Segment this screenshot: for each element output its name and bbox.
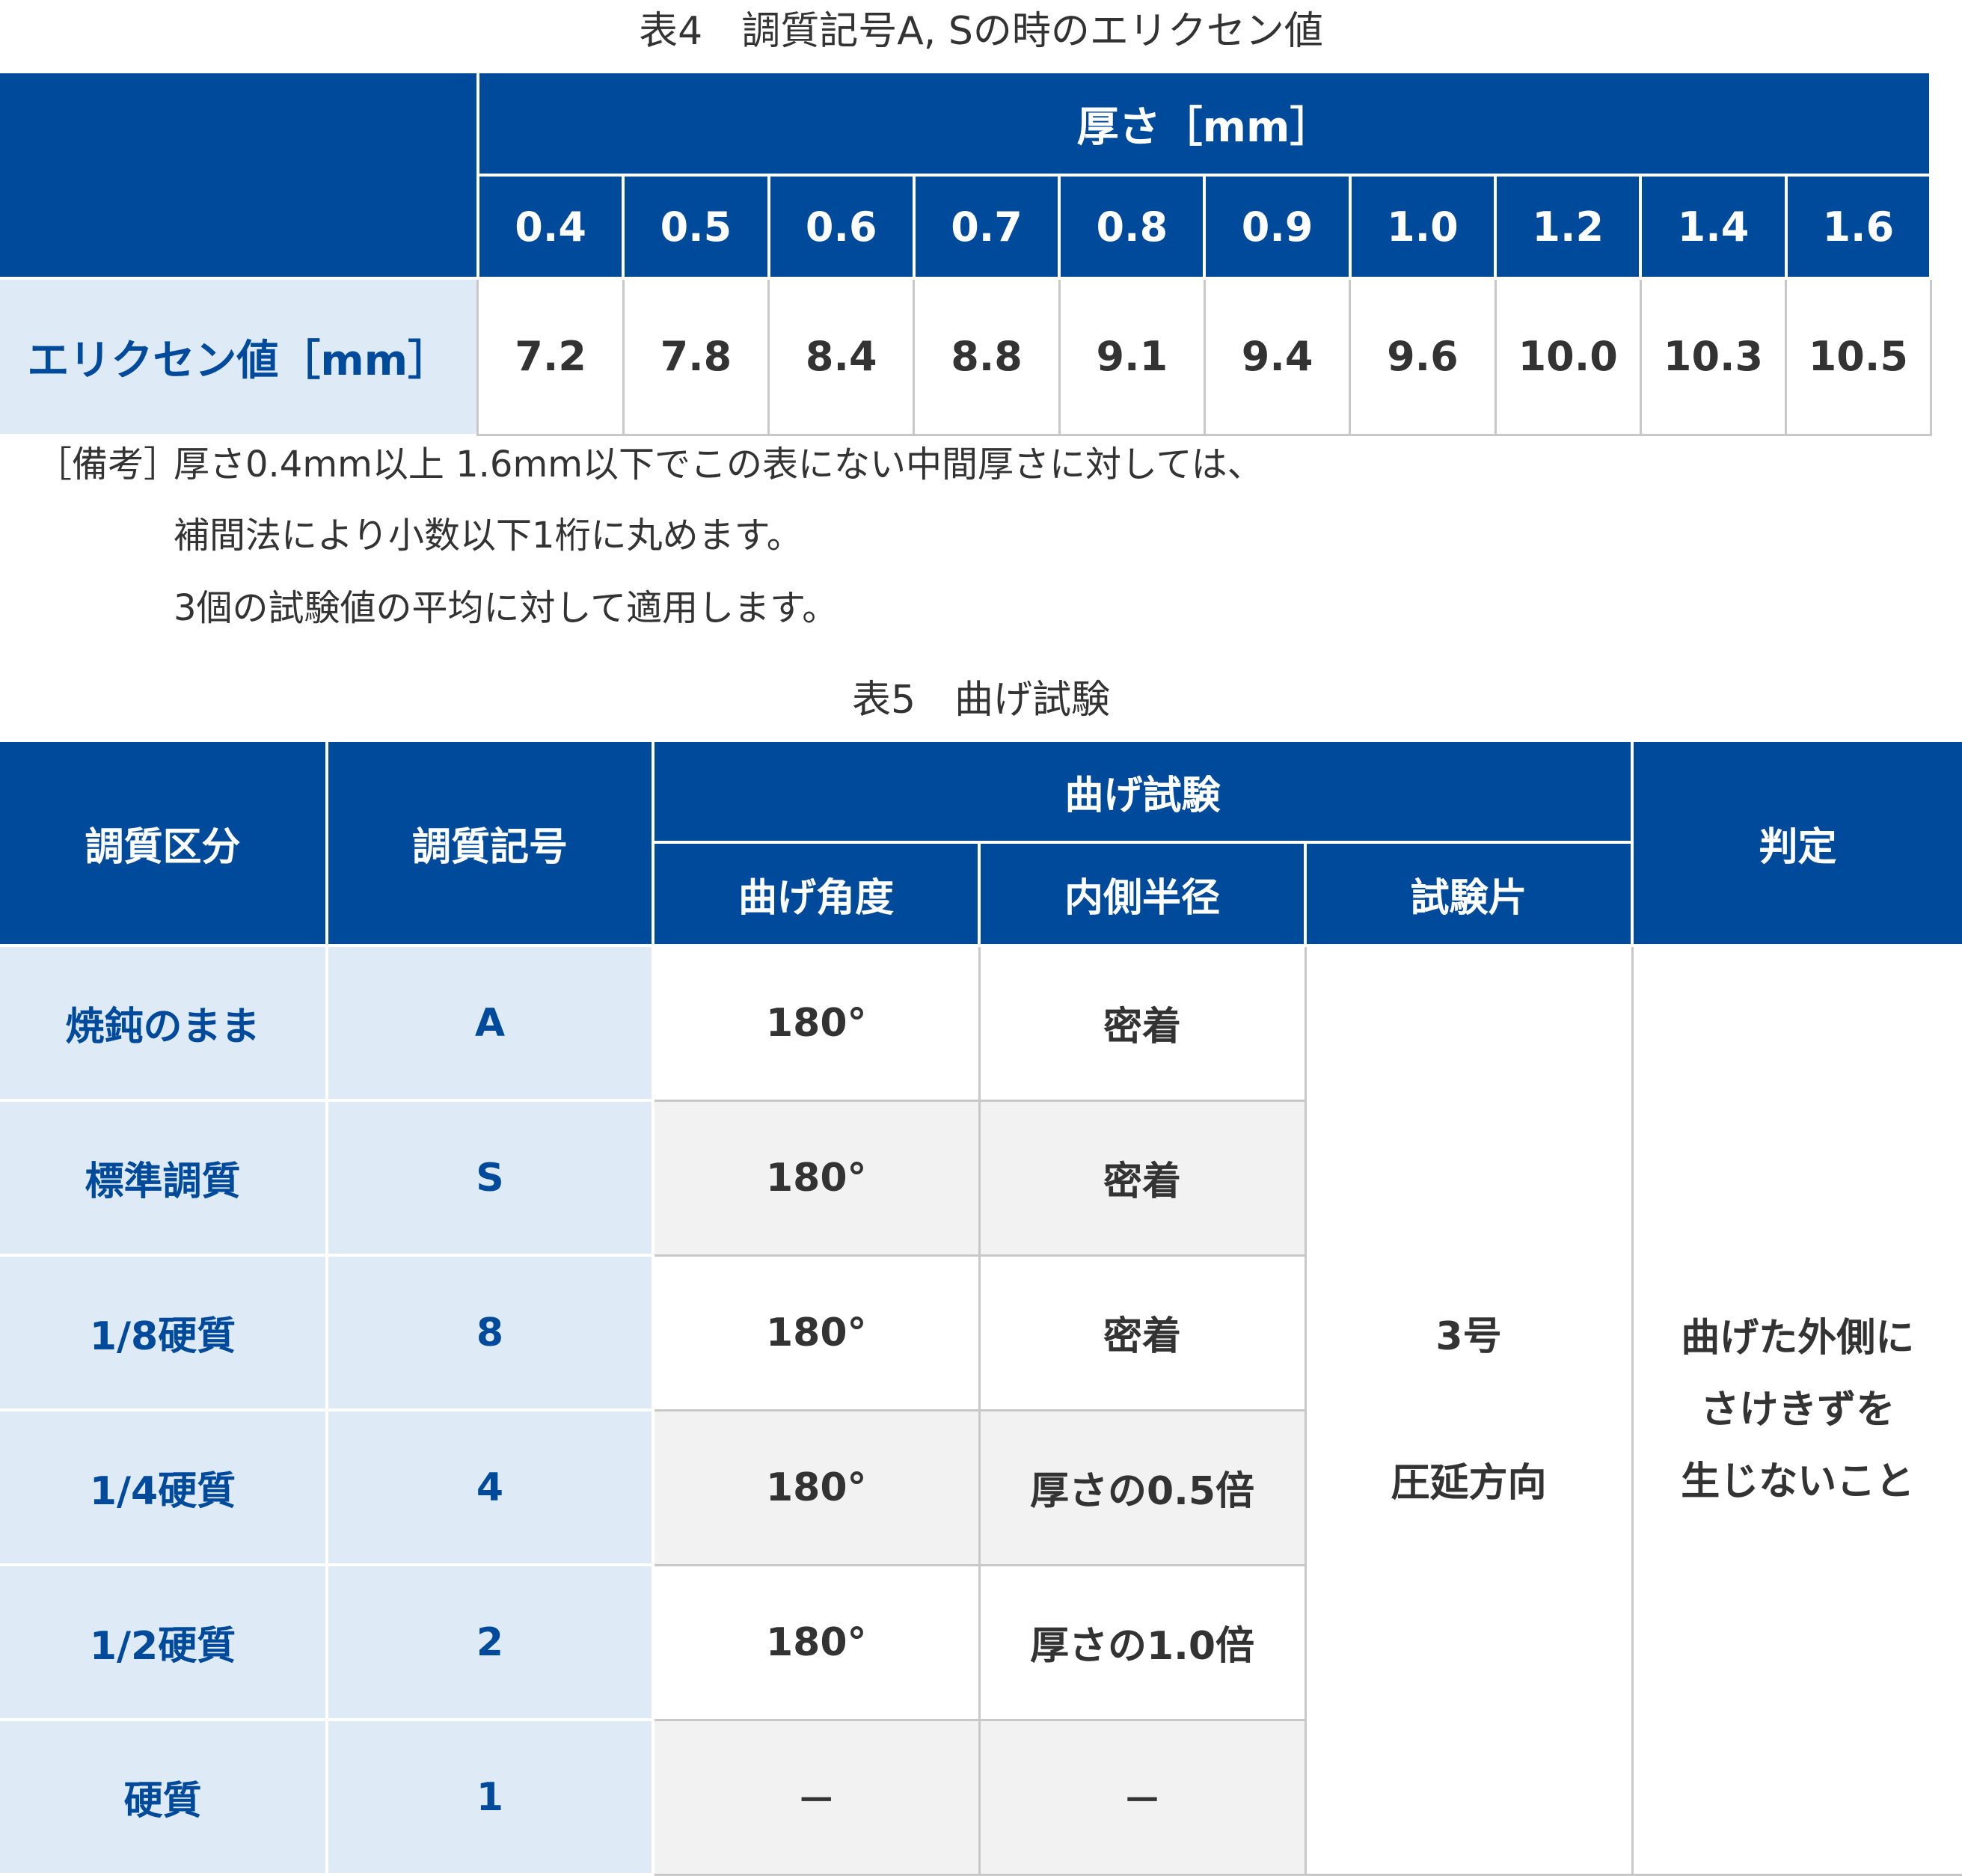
temper-class-cell: 1/2硬質 (0, 1565, 327, 1720)
inner-radius-cell: 密着 (979, 1100, 1305, 1255)
temper-symbol-cell: A (327, 945, 653, 1100)
temper-class-header: 調質区分 (0, 741, 327, 945)
remarks-line-2: 補間法により小数以下1桁に丸めます。 (174, 518, 803, 554)
specimen-cell: 3号圧延方向 (1305, 945, 1632, 1875)
inner-radius-cell: 密着 (979, 945, 1305, 1100)
erichsen-table: 厚さ［mm］ 0.40.50.60.70.80.91.01.21.41.6 エリ… (0, 73, 1932, 436)
erichsen-row-label: エリクセン値［mm］ (0, 278, 478, 435)
thickness-col-header: 1.6 (1786, 175, 1931, 278)
thickness-col-header: 1.2 (1495, 175, 1640, 278)
thickness-header: 厚さ［mm］ (478, 73, 1931, 175)
bend-angle-cell: 180° (653, 1255, 979, 1410)
inner-radius-cell: 厚さの0.5倍 (979, 1410, 1305, 1565)
thickness-col-header: 0.6 (769, 175, 914, 278)
thickness-col-header: 1.4 (1640, 175, 1785, 278)
specimen-header: 試験片 (1305, 842, 1632, 945)
judgement-line: さけきずを (1634, 1374, 1962, 1446)
thickness-col-header: 0.9 (1204, 175, 1349, 278)
thickness-col-header: 0.7 (914, 175, 1059, 278)
bend-angle-cell: 180° (653, 1410, 979, 1565)
remarks-label: ［備考］ (36, 447, 180, 482)
temper-symbol-cell: S (327, 1100, 653, 1255)
erichsen-value-cell: 8.8 (914, 278, 1059, 435)
temper-symbol-cell: 4 (327, 1410, 653, 1565)
table4-corner-cell (0, 73, 478, 278)
remarks-line-1: 厚さ0.4mm以上 1.6mm以下でこの表にない中間厚さに対しては、 (174, 447, 1263, 482)
erichsen-value-cell: 9.4 (1204, 278, 1349, 435)
temper-class-cell: 硬質 (0, 1720, 327, 1875)
erichsen-value-cell: 8.4 (769, 278, 914, 435)
specimen-line: 3号 (1307, 1301, 1631, 1373)
thickness-col-header: 0.5 (623, 175, 768, 278)
erichsen-value-cell: 10.5 (1786, 278, 1931, 435)
thickness-col-header: 0.4 (478, 175, 623, 278)
temper-symbol-header: 調質記号 (327, 741, 653, 945)
erichsen-value-cell: 7.8 (623, 278, 768, 435)
table4-caption: 表4 調質記号A, Sの時のエリクセン値 (0, 12, 1962, 51)
inner-radius-cell: 厚さの1.0倍 (979, 1565, 1305, 1720)
judgement-line: 生じないこと (1634, 1446, 1962, 1518)
bend-angle-cell: 180° (653, 1100, 979, 1255)
thickness-col-header: 1.0 (1350, 175, 1495, 278)
temper-class-cell: 1/4硬質 (0, 1410, 327, 1565)
bend-angle-header: 曲げ角度 (653, 842, 979, 945)
judgement-cell: 曲げた外側にさけきずを生じないこと (1632, 945, 1962, 1875)
erichsen-value-cell: 10.0 (1495, 278, 1640, 435)
temper-class-cell: 焼鈍のまま (0, 945, 327, 1100)
temper-symbol-cell: 8 (327, 1255, 653, 1410)
bend-angle-cell: － (653, 1720, 979, 1875)
erichsen-value-cell: 10.3 (1640, 278, 1785, 435)
specimen-line: 圧延方向 (1307, 1447, 1631, 1519)
erichsen-value-cell: 9.6 (1350, 278, 1495, 435)
temper-class-cell: 標準調質 (0, 1100, 327, 1255)
erichsen-value-row: エリクセン値［mm］ 7.27.88.48.89.19.49.610.010.3… (0, 278, 1931, 435)
bend-test-header: 曲げ試験 (653, 741, 1632, 842)
inner-radius-header: 内側半径 (979, 842, 1305, 945)
bend-test-table: 調質区分 調質記号 曲げ試験 判定 曲げ角度 内側半径 試験片 焼鈍のままA18… (0, 739, 1962, 1876)
inner-radius-cell: 密着 (979, 1255, 1305, 1410)
temper-symbol-cell: 1 (327, 1720, 653, 1875)
judgement-header: 判定 (1632, 741, 1962, 945)
erichsen-value-cell: 7.2 (478, 278, 623, 435)
bend-angle-cell: 180° (653, 945, 979, 1100)
temper-symbol-cell: 2 (327, 1565, 653, 1720)
erichsen-value-cell: 9.1 (1059, 278, 1204, 435)
inner-radius-cell: － (979, 1720, 1305, 1875)
table-row: 焼鈍のままA180°密着3号圧延方向曲げた外側にさけきずを生じないこと (0, 945, 1962, 1100)
judgement-line: 曲げた外側に (1634, 1302, 1962, 1374)
remarks-line-3: 3個の試験値の平均に対して適用します。 (174, 590, 838, 626)
thickness-col-header: 0.8 (1059, 175, 1204, 278)
bend-angle-cell: 180° (653, 1565, 979, 1720)
table5-caption: 表5 曲げ試験 (0, 681, 1962, 720)
temper-class-cell: 1/8硬質 (0, 1255, 327, 1410)
